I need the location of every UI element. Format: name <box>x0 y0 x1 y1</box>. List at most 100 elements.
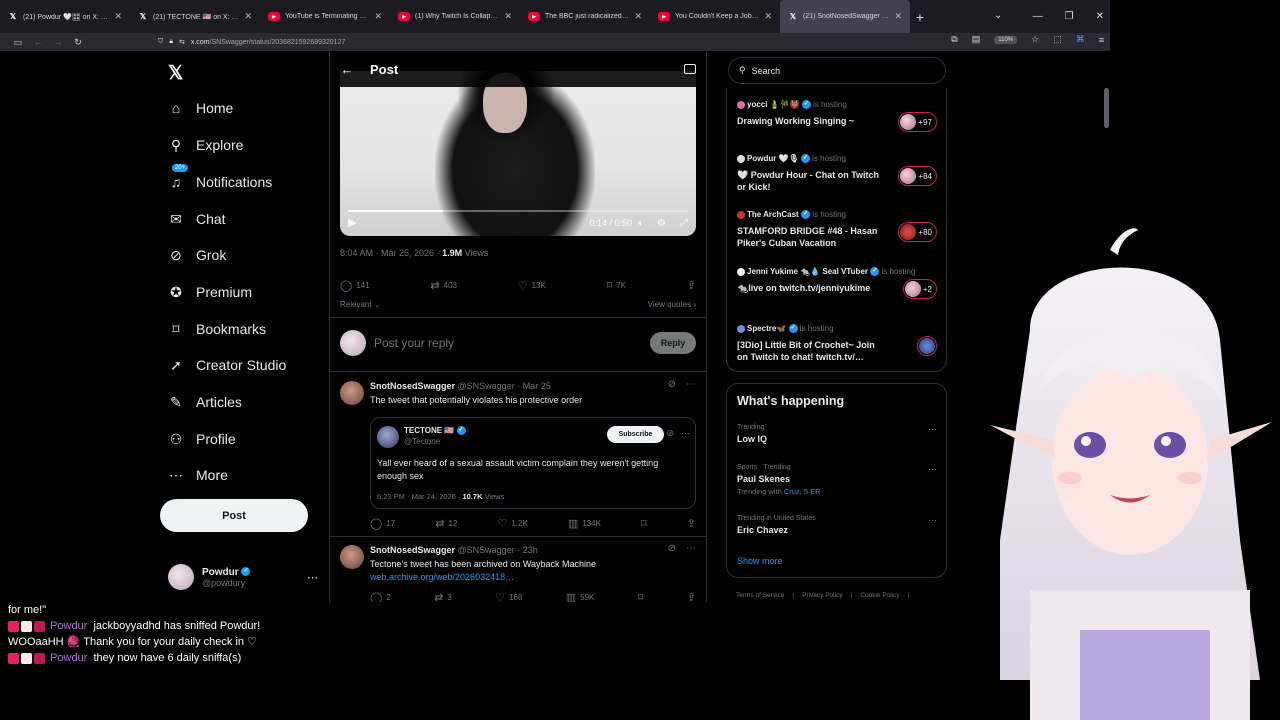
browser-tab[interactable]: ▶YouTube is Terminating my Cha✕ <box>260 0 390 33</box>
share-action[interactable]: ⇪ <box>687 517 696 530</box>
footer-link[interactable]: Privacy Policy <box>802 592 842 599</box>
screenshot-icon[interactable]: ⧉ <box>951 34 957 45</box>
subscribe-button[interactable]: Subscribe <box>607 426 664 443</box>
extensions-icon[interactable]: ⬚ <box>1053 34 1062 45</box>
quoted-tweet[interactable]: TECTONE 🇺🇸 ✓ @Tectone Subscribe ⊘ ⋯ Yall … <box>370 417 696 509</box>
sort-dropdown[interactable]: Relevant ⌄ <box>340 300 381 309</box>
back-arrow-icon[interactable]: ← <box>332 62 362 77</box>
nav-item-profile[interactable]: ⚇ Profile <box>168 431 236 448</box>
browser-tab[interactable]: 𝕏(21) TECTONE 🇺🇸 on X: "I am do✕ <box>130 0 260 33</box>
more-options-icon[interactable]: ⋯ <box>686 379 696 390</box>
footer-link[interactable]: Terms of Service <box>736 592 784 599</box>
more-options-icon[interactable]: ⋯ <box>681 428 690 439</box>
nav-item-bookmarks[interactable]: ⌑ Bookmarks <box>168 321 266 338</box>
like-action[interactable]: ♡ 168 <box>495 591 522 602</box>
views-action[interactable]: ▥ 134K <box>568 517 601 530</box>
close-window-icon[interactable]: ✕ <box>1096 11 1104 22</box>
share-action[interactable]: ⇪ <box>687 591 696 602</box>
nav-item-articles[interactable]: ✎ Articles <box>168 394 242 411</box>
nav-item-home[interactable]: ⌂ Home <box>168 100 234 116</box>
archive-link[interactable]: web.archive.org/web/2026032418… <box>370 572 514 582</box>
nav-item-chat[interactable]: ✉ Chat <box>168 211 225 228</box>
account-switcher[interactable]: Powdur ✓ @powdury ⋯ <box>168 561 318 593</box>
reply-button[interactable]: Reply <box>650 332 696 354</box>
views-action[interactable]: ▥ 59K <box>566 591 595 602</box>
more-options-icon[interactable]: ⋯ <box>928 424 937 435</box>
browser-tab[interactable]: ▶You Couldn't Keep a Job If You✕ <box>650 0 780 33</box>
sidebar-toggle-icon[interactable]: ▭ <box>8 37 28 48</box>
video-player[interactable]: ▶ 0:14 / 0:50 🔈︎ ⚙ ⤢ <box>340 71 696 236</box>
trend-item[interactable]: Trending Low IQ ⋯ <box>737 424 937 444</box>
nav-item-notifications[interactable]: ♫ 20+ Notifications <box>168 164 272 190</box>
share-action[interactable]: ⇪ <box>687 279 696 292</box>
grok-icon[interactable]: ⊘ <box>668 379 676 390</box>
close-icon[interactable]: ✕ <box>894 11 902 22</box>
more-options-icon[interactable]: ⋯ <box>307 571 318 584</box>
url-bar[interactable]: ⛉ 🔒︎ ⇆ x.com/SNSwagger/status/2036821592… <box>158 34 978 50</box>
volume-icon[interactable]: 🔈︎ <box>638 218 644 229</box>
back-icon[interactable]: ← <box>28 37 48 47</box>
close-icon[interactable]: ✕ <box>244 11 252 22</box>
repost-action[interactable]: ⇄ 3 <box>434 591 452 602</box>
reader-icon[interactable]: ▤ <box>972 34 981 45</box>
new-tab-button[interactable]: + <box>910 9 930 25</box>
nav-item-more[interactable]: ⋯ More <box>168 467 228 484</box>
minimize-icon[interactable]: — <box>1033 11 1043 22</box>
x-logo-icon[interactable]: 𝕏 <box>168 62 183 85</box>
list-tabs-icon[interactable]: ⌄ <box>994 10 1002 21</box>
browser-tab[interactable]: ▶(1) Why Twitch Is Collapsing - Y✕ <box>390 0 520 33</box>
repost-action[interactable]: ⇄ 403 <box>430 279 457 292</box>
post-button[interactable]: Post <box>160 499 308 532</box>
menu-icon[interactable]: ≡ <box>1099 35 1104 45</box>
like-action[interactable]: ♡ 1.2K <box>497 517 527 530</box>
browser-tab[interactable]: ▶The BBC just radicalized a gene✕ <box>520 0 650 33</box>
trend-item[interactable]: Trending in United States Eric Chavez ⋯ <box>737 515 937 535</box>
reply-input[interactable]: Post your reply <box>374 336 642 350</box>
close-icon[interactable]: ✕ <box>634 11 642 22</box>
more-options-icon[interactable]: ⋯ <box>686 543 696 554</box>
grok-icon[interactable]: ⊘ <box>666 428 674 439</box>
space-item[interactable]: Jenni Yukime 🐀💧 Seal VTuber ✓ is hosting… <box>737 267 937 299</box>
footer-link[interactable]: Cookie Policy <box>860 592 899 599</box>
trend-item[interactable]: Sports · Trending Paul Skenes Trending w… <box>737 464 937 496</box>
bookmark-action[interactable]: ⌑ <box>641 517 647 530</box>
browser-tab[interactable]: 𝕏(21) Powdur 🤍🎛 on X: "@xan✕ <box>0 0 130 33</box>
close-icon[interactable]: ✕ <box>374 11 382 22</box>
nav-item-creator-studio[interactable]: ➚ Creator Studio <box>168 357 286 374</box>
grok-icon[interactable]: ⊘ <box>668 543 676 554</box>
space-item[interactable]: yocci 🎍🎋👹 ✓ is hosting Drawing Working S… <box>737 100 937 132</box>
play-icon[interactable]: ▶ <box>348 216 356 229</box>
view-quotes-link[interactable]: View quotes › <box>648 300 696 309</box>
bookmark-action[interactable]: ⌑ 7K <box>607 279 626 292</box>
close-icon[interactable]: ✕ <box>504 11 512 22</box>
search-input[interactable]: ⚲ Search <box>728 57 946 84</box>
reply-action[interactable]: ◯ 2 <box>370 591 391 602</box>
star-icon[interactable]: ☆ <box>1031 34 1039 45</box>
repost-action[interactable]: ⇄ 12 <box>435 517 457 530</box>
more-options-icon[interactable]: ⋯ <box>928 515 937 526</box>
browser-tab-active[interactable]: 𝕏(21) SnotNosedSwagger on X: "✕ <box>780 0 910 33</box>
zoom-level[interactable]: 110% <box>994 35 1018 44</box>
extension-icon[interactable]: ⌘ <box>1076 34 1085 45</box>
forward-icon[interactable]: → <box>48 37 68 47</box>
reload-icon[interactable]: ↻ <box>68 37 88 48</box>
like-action[interactable]: ♡ 13K <box>518 279 546 292</box>
reply-action[interactable]: ◯ 141 <box>340 279 370 292</box>
show-more-link[interactable]: Show more <box>737 556 783 566</box>
more-options-icon[interactable]: ⋯ <box>928 464 937 475</box>
bookmark-action[interactable]: ⌑ <box>638 591 644 602</box>
space-item[interactable]: The ArchCast ✓ is hosting STAMFORD BRIDG… <box>737 210 937 249</box>
close-icon[interactable]: ✕ <box>114 11 122 22</box>
settings-gear-icon[interactable]: ⚙ <box>657 218 666 229</box>
reply-action[interactable]: ◯ 17 <box>370 517 395 530</box>
space-item[interactable]: Powdur 🤍🎙 ✓ is hosting 🤍 Powdur Hour - C… <box>737 154 937 193</box>
scrollbar-thumb[interactable] <box>1104 88 1109 128</box>
nav-item-explore[interactable]: ⚲ Explore <box>168 137 244 154</box>
nav-item-premium[interactable]: ✪ Premium <box>168 284 252 301</box>
close-icon[interactable]: ✕ <box>764 11 772 22</box>
video-progress-bar[interactable] <box>348 210 688 212</box>
reader-mode-icon[interactable] <box>684 64 696 74</box>
maximize-icon[interactable]: ❐ <box>1065 11 1074 22</box>
space-item[interactable]: Spectre🦋 ✓ is hosting [3Dio] Little Bit … <box>737 324 937 363</box>
fullscreen-icon[interactable]: ⤢ <box>680 218 688 229</box>
